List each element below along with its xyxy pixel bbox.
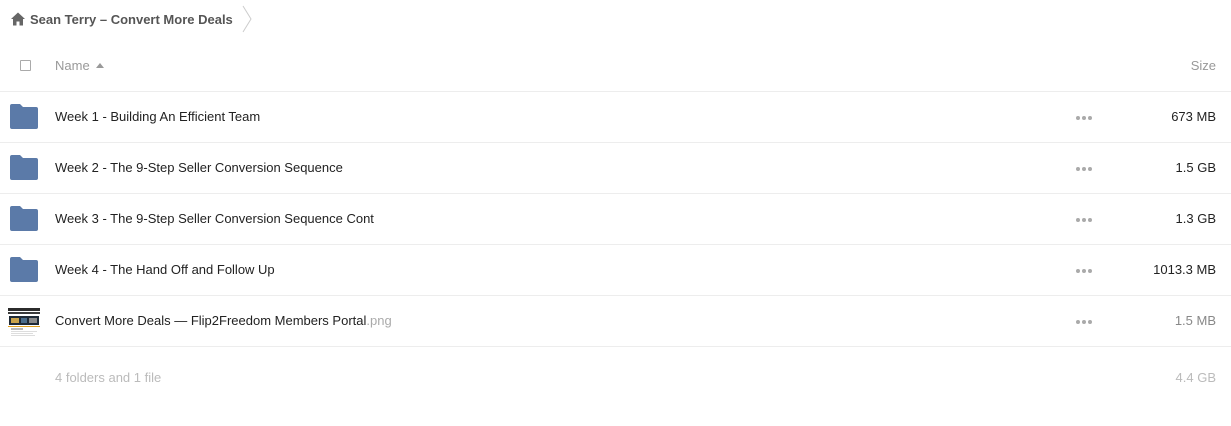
- size-column-header[interactable]: Size: [1191, 58, 1216, 73]
- total-size: 4.4 GB: [1175, 370, 1216, 385]
- breadcrumb-label: Sean Terry – Convert More Deals: [30, 11, 233, 27]
- item-extension: .png: [366, 313, 392, 328]
- list-header: Name Size: [0, 42, 1231, 92]
- select-all-checkbox[interactable]: [20, 60, 31, 71]
- folder-icon: [10, 104, 38, 129]
- item-name: Week 2 - The 9-Step Seller Conversion Se…: [55, 160, 343, 175]
- item-name: Week 3 - The 9-Step Seller Conversion Se…: [55, 211, 374, 226]
- image-thumbnail: [8, 308, 40, 340]
- breadcrumb-item-current[interactable]: Sean Terry – Convert More Deals: [0, 0, 241, 38]
- folder-icon: [10, 206, 38, 231]
- item-size: 1013.3 MB: [1153, 262, 1216, 277]
- breadcrumb: Sean Terry – Convert More Deals: [0, 0, 1231, 38]
- file-list: Week 1 - Building An Efficient Team 673 …: [0, 92, 1231, 347]
- item-size: 1.5 GB: [1175, 160, 1216, 175]
- name-column-header[interactable]: Name: [55, 58, 104, 73]
- list-summary: 4 folders and 1 file 4.4 GB: [0, 348, 1231, 408]
- item-size: 673 MB: [1171, 109, 1216, 124]
- folder-icon: [10, 155, 38, 180]
- more-options-icon[interactable]: [1076, 217, 1092, 223]
- item-name: Week 4 - The Hand Off and Follow Up: [55, 262, 275, 277]
- item-name: Week 1 - Building An Efficient Team: [55, 109, 261, 124]
- sort-ascending-icon: [95, 63, 104, 68]
- file-browser: Sean Terry – Convert More Deals Name Siz…: [0, 0, 1231, 426]
- more-options-icon[interactable]: [1076, 268, 1092, 274]
- more-options-icon[interactable]: [1076, 115, 1092, 121]
- list-item[interactable]: Week 4 - The Hand Off and Follow Up 1013…: [0, 245, 1231, 296]
- home-icon: [11, 12, 25, 26]
- item-size: 1.5 MB: [1174, 313, 1216, 328]
- chevron-right-icon: [242, 5, 252, 33]
- list-item[interactable]: Convert More Deals — Flip2Freedom Member…: [0, 296, 1231, 347]
- folder-icon: [10, 257, 38, 282]
- name-column-label: Name: [55, 58, 90, 73]
- more-options-icon[interactable]: [1076, 319, 1092, 325]
- list-item[interactable]: Week 1 - Building An Efficient Team 673 …: [0, 92, 1231, 143]
- list-item[interactable]: Week 3 - The 9-Step Seller Conversion Se…: [0, 194, 1231, 245]
- list-item[interactable]: Week 2 - The 9-Step Seller Conversion Se…: [0, 143, 1231, 194]
- more-options-icon[interactable]: [1076, 166, 1092, 172]
- item-count: 4 folders and 1 file: [55, 370, 162, 385]
- item-name-base: Convert More Deals — Flip2Freedom Member…: [55, 313, 367, 328]
- item-name: Convert More Deals — Flip2Freedom Member…: [55, 313, 392, 328]
- item-size: 1.3 GB: [1175, 211, 1216, 226]
